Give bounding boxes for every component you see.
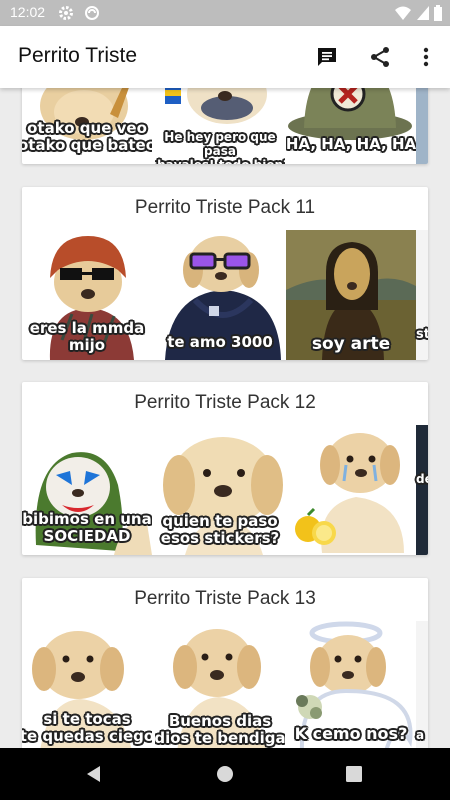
signal-icon [416, 5, 430, 24]
sticker[interactable] [286, 425, 416, 555]
sticker-caption: Buenos dias dios te bendiga [155, 712, 285, 747]
sticker[interactable]: bibimos en una SOCIEDAD [22, 425, 152, 555]
sticker-caption: quien te paso esos stickers? [160, 512, 280, 547]
sticker[interactable]: Buenos dias dios te bendiga [155, 621, 285, 748]
sticker-caption: te amo 3000 [167, 333, 273, 351]
home-button[interactable] [213, 762, 237, 786]
sticker-caption: si te tocas te quedas ciego [22, 710, 152, 745]
sticker-caption: HA, HA, HA, HA [286, 135, 416, 153]
sticker-strip: si te tocas te quedas ciego Buenos dias … [22, 621, 428, 748]
app-bar: Perrito Triste [0, 26, 450, 88]
sticker[interactable]: si te tocas te quedas ciego [22, 621, 152, 748]
sticker-caption: K cemo nos? [294, 724, 408, 743]
pack-title: Perrito Triste Pack 11 [134, 197, 316, 218]
sticker-strip: eres la mmda mijo te amo 3000 soy arte [22, 230, 428, 360]
pack-card[interactable]: otako que veo otako que bateo He hey per… [22, 88, 428, 164]
sticker-strip: otako que veo otako que bateo He hey per… [22, 88, 428, 164]
more-vert-icon [423, 47, 429, 67]
sync-icon [84, 5, 100, 24]
recents-button[interactable] [342, 762, 366, 786]
sticker[interactable]: te amo 3000 [155, 230, 285, 360]
navigation-bar [0, 748, 450, 800]
sticker[interactable]: K cemo nos? [286, 621, 416, 748]
status-bar: 12:02 [0, 0, 450, 26]
pack-title: Perrito Triste Pack 12 [134, 392, 316, 413]
share-icon [371, 47, 389, 67]
sticker-peek: de [416, 425, 428, 555]
sticker-caption: a [416, 728, 425, 742]
settings-icon [58, 5, 74, 24]
share-button[interactable] [365, 42, 395, 72]
back-icon [87, 766, 100, 782]
sticker-caption: de [416, 472, 428, 486]
wifi-icon [394, 5, 412, 24]
feedback-button[interactable] [312, 42, 342, 72]
sticker-caption: otako que veo otako que bateo [22, 119, 152, 154]
sticker[interactable]: HA, HA, HA, HA [286, 88, 416, 164]
back-button[interactable] [82, 762, 106, 786]
sticker-caption: soy arte [311, 334, 391, 354]
message-icon [318, 48, 336, 66]
sticker[interactable]: He hey pero que pasa chavales! todo bien… [155, 88, 285, 164]
home-icon [217, 766, 233, 782]
status-time: 12:02 [10, 4, 46, 20]
app-title: Perrito Triste [18, 44, 138, 67]
sticker-strip: bibimos en una SOCIEDAD quien te paso es… [22, 425, 428, 555]
sticker-peek [416, 88, 428, 164]
sticker[interactable]: eres la mmda mijo [22, 230, 152, 360]
pack-card[interactable]: Perrito Triste Pack 11 eres la mmda mijo [22, 187, 428, 360]
sticker-caption: He hey pero que pasa chavales! todo bien… [155, 130, 285, 164]
sticker[interactable]: otako que veo otako que bateo [22, 88, 152, 164]
pack-title: Perrito Triste Pack 13 [134, 588, 316, 609]
pack-card[interactable]: Perrito Triste Pack 12 bibimos en una SO… [22, 382, 428, 555]
sticker-image [295, 433, 404, 553]
pack-card[interactable]: Perrito Triste Pack 13 si te tocas te qu… [22, 578, 428, 748]
battery-icon [434, 5, 442, 24]
sticker-peek: st [416, 230, 428, 360]
sticker[interactable]: soy arte [286, 230, 416, 360]
sticker-caption: eres la mmda mijo [29, 319, 145, 354]
sticker-peek: a [416, 621, 428, 748]
sticker-caption: bibimos en una SOCIEDAD [22, 510, 152, 545]
recents-icon [346, 766, 362, 782]
sticker-caption: st [416, 327, 428, 342]
overflow-menu-button[interactable] [411, 42, 441, 72]
pack-list[interactable]: otako que veo otako que bateo He hey per… [0, 88, 450, 748]
sticker[interactable]: quien te paso esos stickers? [155, 425, 285, 555]
